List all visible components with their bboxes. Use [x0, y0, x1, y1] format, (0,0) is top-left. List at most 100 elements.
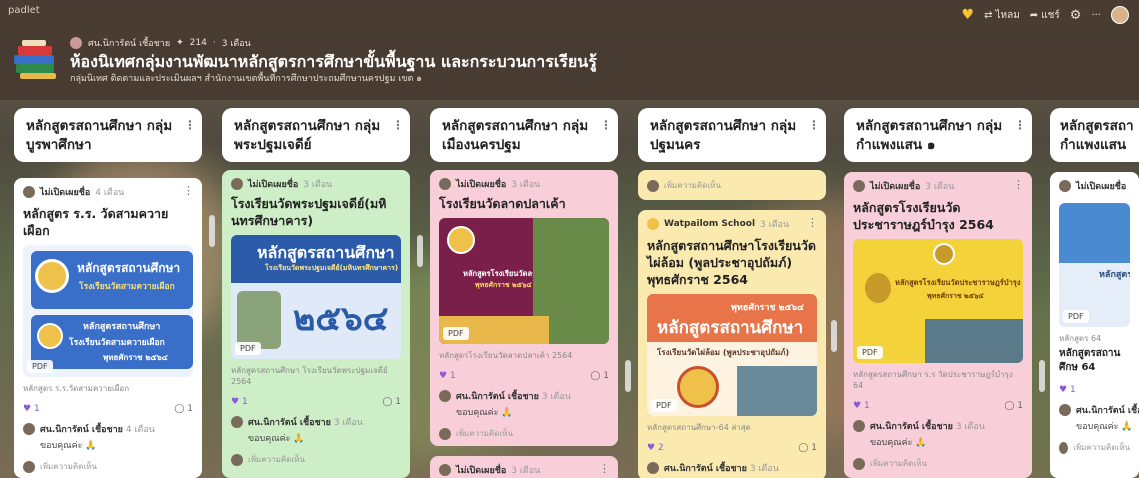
- anonymous-icon: [231, 178, 243, 190]
- board-meta: ศน.นิการัตน์ เชื้อชาย ✦ 214 · 3 เดือน: [70, 36, 251, 50]
- column-drag-handle[interactable]: [625, 360, 631, 392]
- anonymous-icon: [23, 186, 35, 198]
- column-menu-icon[interactable]: ⋮: [600, 116, 612, 135]
- comment-count[interactable]: ◯ 1: [798, 443, 817, 453]
- post-stats: ♥ 1 ◯ 1: [853, 401, 1023, 411]
- add-comment-input[interactable]: เพิ่มความคิดเห็น: [23, 460, 193, 473]
- students-photo: [237, 291, 281, 349]
- post-title: หลักสูตรสถานศึกษาโรงเรียนวัดไผ่ล้อม (พูล…: [647, 238, 816, 287]
- add-comment-input[interactable]: เพิ่มความคิดเห็น: [231, 453, 401, 466]
- add-comment-input[interactable]: เพิ่มความคิดเห็น: [439, 427, 609, 440]
- post-attachment[interactable]: หลักสูตร PDF: [1059, 203, 1130, 327]
- post-card[interactable]: ไม่เปิดเผยชื่อ 4 เดือน ⋮ หลักสูตร ร.ร. ว…: [14, 178, 202, 478]
- post-author: ไม่เปิดเผยชื่อ 3 เดือน: [439, 463, 609, 477]
- column-drag-handle[interactable]: [1039, 360, 1045, 392]
- post-menu-icon[interactable]: ⋮: [1013, 178, 1024, 191]
- like-button[interactable]: ♥ 1: [439, 371, 456, 381]
- school-emblem-icon: [677, 366, 719, 408]
- comment-item: ศน.นิการัตน์ เชื้อชาย 3 เดือน ขอบคุณค่ะ …: [231, 415, 401, 445]
- pdf-badge: PDF: [443, 327, 469, 340]
- post-card[interactable]: ไม่เปิดเผยชื่อ 3 เดือน ⋮ หลักสูตรโรงเรีย…: [844, 172, 1032, 478]
- avatar: [1059, 404, 1071, 416]
- post-author: ไม่เปิดเผยชื่อ 3 เดือน: [439, 177, 609, 191]
- top-bar: padlet ♥ ⇄ ไหลม ➦ แชร์ ⚙ ··· ศน.นิการัตน์ …: [0, 0, 1139, 100]
- post-attachment[interactable]: หลักสูตรสถานศึกษา โรงเรียนวัดสามควายเผือ…: [23, 245, 193, 377]
- points-icon: ✦: [176, 38, 184, 48]
- column-menu-icon[interactable]: ⋮: [184, 116, 196, 135]
- add-comment-input[interactable]: เพิ่มความคิดเห็น: [647, 179, 817, 192]
- post-stats: ♥ 1 ◯ 1: [23, 404, 193, 414]
- post-attachment[interactable]: หลักสูตรโรงเรียนวัดลาดปลาเค้า พุทธศักราช…: [439, 218, 609, 344]
- post-card[interactable]: ไม่เปิดเผยชื่อ 3 เดือน โรงเรียนวัดพระปฐม…: [222, 170, 410, 478]
- column-title: หลักสูตรสถานศึกษา กลุ่ม บูรพาศึกษา: [26, 118, 173, 153]
- comment-item: ศน.นิการัตน์ เชื้อ ขอบคุณค่ะ 🙏: [1059, 403, 1139, 433]
- board-author[interactable]: ศน.นิการัตน์ เชื้อชาย: [88, 36, 170, 50]
- post-title: หลักสูตรสถานศึกษ 64: [1059, 348, 1121, 373]
- column-header: หลักสูตรสถา กำแพงแสน: [1050, 108, 1139, 162]
- board-points: 214: [189, 38, 207, 48]
- avatar: [23, 460, 35, 473]
- post-menu-icon[interactable]: ⋮: [599, 462, 610, 475]
- avatar: [439, 390, 451, 402]
- column-title: หลักสูตรสถานศึกษา กลุ่ม พระปฐมเจดีย์: [234, 118, 381, 153]
- column-menu-icon[interactable]: ⋮: [1014, 116, 1026, 135]
- add-comment-input[interactable]: เพิ่มความคิดเห็น: [853, 457, 1023, 470]
- books-icon: [14, 40, 56, 79]
- column-menu-icon[interactable]: ⋮: [392, 116, 404, 135]
- students-photo: [925, 319, 1023, 363]
- post-stats: ♥ 1 ◯ 1: [439, 371, 609, 381]
- comment-count[interactable]: ◯ 1: [382, 397, 401, 407]
- comment-count[interactable]: ◯ 1: [174, 404, 193, 414]
- gear-icon[interactable]: ⚙: [1070, 9, 1082, 22]
- pdf-badge: PDF: [651, 399, 677, 412]
- post-menu-icon[interactable]: ⋮: [183, 184, 194, 197]
- pdf-badge: PDF: [857, 346, 883, 359]
- post-caption: หลักสูตรสถานศึกษา ร.ร วัดประชาราษฎร์บำรุ…: [853, 370, 1013, 390]
- school-avatar: [647, 218, 659, 230]
- comment-count[interactable]: ◯ 1: [590, 371, 609, 381]
- column-header: หลักสูตรสถานศึกษา กลุ่ม กำแพงแสน ๑ ⋮: [844, 108, 1032, 162]
- share-button[interactable]: ➦ แชร์: [1030, 8, 1060, 23]
- post-attachment[interactable]: หลักสูตรโรงเรียนวัดประชาราษฎร์บำรุง พุทธ…: [853, 239, 1023, 363]
- column-drag-handle[interactable]: [209, 215, 215, 247]
- column-menu-icon[interactable]: ⋮: [808, 116, 820, 135]
- post-title: โรงเรียนวัดพระปฐมเจดีย์(มหินทรศึกษาคาร): [231, 196, 387, 228]
- like-button[interactable]: ♥ 1: [853, 401, 870, 411]
- post-attachment[interactable]: พุทธศักราช ๒๕๖๔ หลักสูตรสถานศึกษา โรงเรี…: [647, 294, 817, 416]
- post-stats: ♥ 1: [1059, 385, 1130, 395]
- column-drag-handle[interactable]: [417, 235, 423, 267]
- comment-count[interactable]: ◯ 1: [1004, 401, 1023, 411]
- anonymous-icon: [853, 180, 865, 192]
- post-card[interactable]: เพิ่มความคิดเห็น: [638, 170, 826, 200]
- post-attachment[interactable]: หลักสูตรสถานศึกษา โรงเรียนวัดพระปฐมเจดีย…: [231, 235, 401, 359]
- comment-item: ศน.นิการัตน์ เชื้อชาย 3 เดือน ขอบคุณค่ะ …: [439, 389, 609, 419]
- like-button[interactable]: ♥ 2: [647, 443, 664, 453]
- post-menu-icon[interactable]: ⋮: [807, 216, 818, 229]
- post-author: ไม่เปิดเผยชื่อ: [1059, 179, 1130, 193]
- comment-item: ศน.นิการัตน์ เชื้อชาย 4 เดือน ขอบคุณค่ะ …: [23, 422, 193, 452]
- post-card[interactable]: ไม่เปิดเผยชื่อ 3 เดือน โรงเรียนวัดลาดปลา…: [430, 170, 618, 446]
- like-button[interactable]: ♥ 1: [23, 404, 40, 414]
- padlet-brand[interactable]: padlet: [8, 5, 40, 16]
- post-card[interactable]: Watpailom School 3 เดือน ⋮ หลักสูตรสถานศ…: [638, 210, 826, 478]
- share-icon: ➦: [1029, 9, 1039, 21]
- post-card[interactable]: ไม่เปิดเผยชื่อ หลักสูตร PDF หลักสูตร 64 …: [1050, 172, 1139, 478]
- anonymous-icon: [439, 178, 451, 190]
- avatar: [647, 179, 659, 192]
- like-button[interactable]: ♥ 1: [1059, 385, 1076, 395]
- post-caption: หลักสูตร 64: [1059, 334, 1102, 343]
- like-button[interactable]: ♥ 1: [231, 397, 248, 407]
- post-caption: หลักสูตรโรงเรียนวัดลาดปลาเค้า 2564: [439, 351, 573, 360]
- add-comment-input[interactable]: เพิ่มความคิดเห็น: [1059, 441, 1130, 454]
- heart-icon[interactable]: ♥: [962, 8, 975, 22]
- anonymous-icon: [1059, 180, 1071, 192]
- school-emblem-icon: [37, 323, 63, 349]
- avatar: [853, 457, 865, 470]
- post-card[interactable]: ไม่เปิดเผยชื่อ 3 เดือน ⋮: [430, 456, 618, 478]
- column-1: หลักสูตรสถานศึกษา กลุ่ม บูรพาศึกษา ⋮: [14, 108, 202, 162]
- avatar[interactable]: [1111, 6, 1129, 24]
- more-icon[interactable]: ···: [1091, 10, 1101, 21]
- column-drag-handle[interactable]: [831, 320, 837, 352]
- remake-button[interactable]: ⇄ ไหลม: [984, 8, 1020, 23]
- avatar: [1059, 441, 1069, 454]
